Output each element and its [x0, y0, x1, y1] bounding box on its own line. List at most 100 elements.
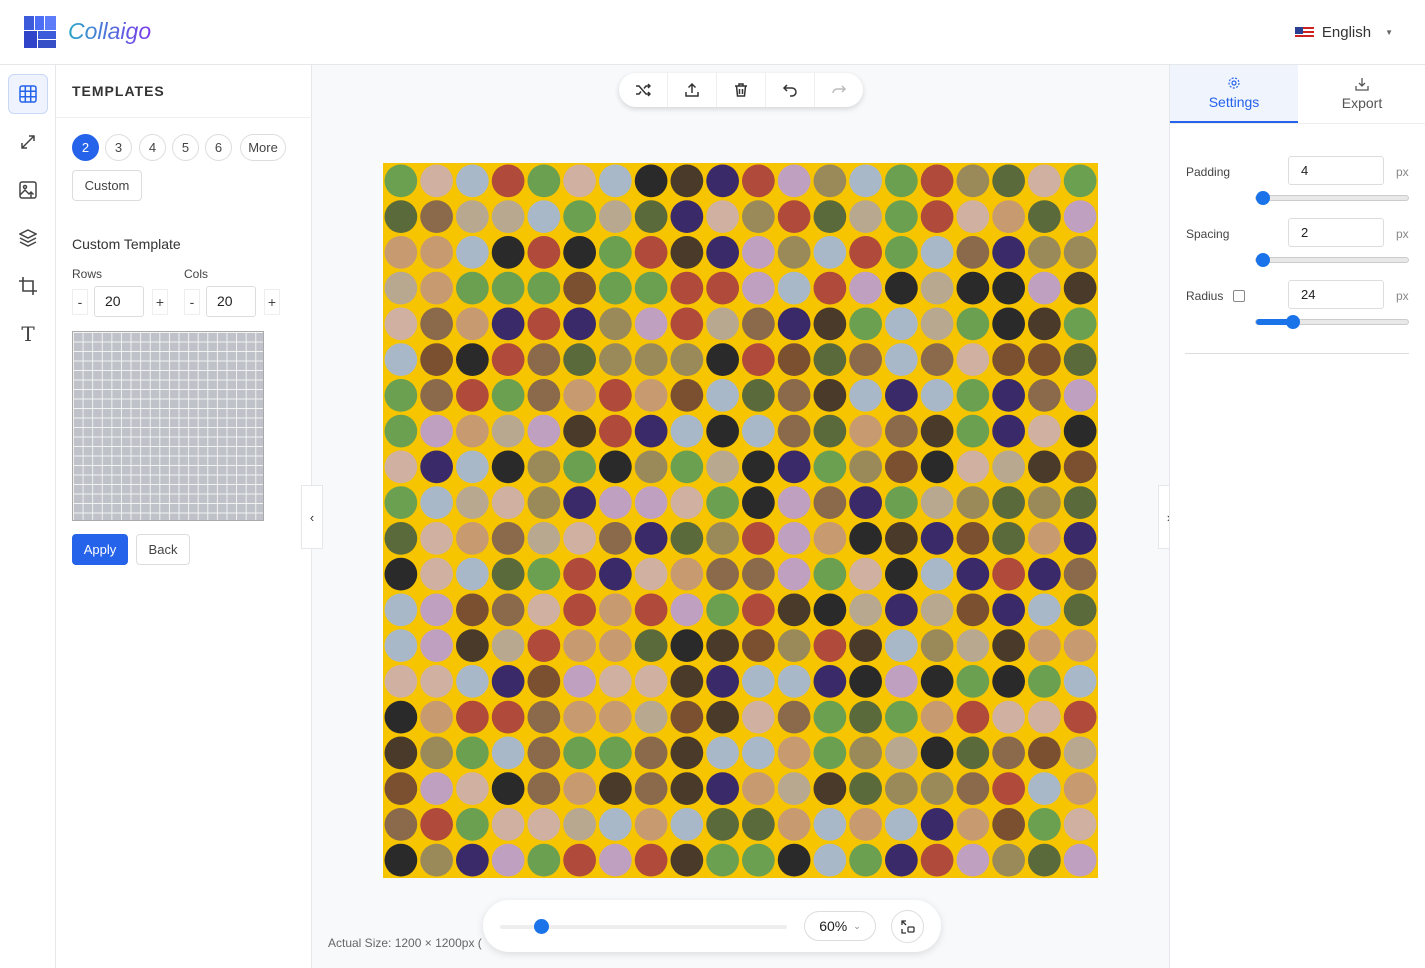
collage-photo-cell[interactable] [456, 772, 489, 805]
collage-photo-cell[interactable] [885, 200, 918, 233]
collage-photo-cell[interactable] [420, 557, 453, 591]
collage-photo-cell[interactable] [456, 486, 489, 519]
collage-photo-cell[interactable] [992, 414, 1025, 448]
collage-photo-cell[interactable] [420, 343, 453, 376]
collage-photo-cell[interactable] [527, 593, 561, 627]
collage-photo-cell[interactable] [706, 164, 739, 198]
collage-photo-cell[interactable] [563, 200, 596, 233]
collage-photo-cell[interactable] [920, 736, 954, 770]
collage-photo-cell[interactable] [777, 557, 811, 591]
collapse-left-panel-button[interactable]: ‹ [301, 485, 323, 549]
collage-photo-cell[interactable] [885, 236, 918, 269]
collage-photo-cell[interactable] [956, 808, 990, 841]
collage-photo-cell[interactable] [706, 665, 739, 698]
collage-photo-cell[interactable] [956, 772, 990, 805]
collage-photo-cell[interactable] [634, 700, 668, 734]
collage-photo-cell[interactable] [992, 450, 1025, 484]
collage-photo-cell[interactable] [1063, 414, 1097, 448]
collage-photo-cell[interactable] [849, 271, 882, 305]
collage-photo-cell[interactable] [813, 772, 847, 805]
collage-photo-cell[interactable] [670, 808, 704, 841]
collage-photo-cell[interactable] [527, 200, 561, 233]
collage-photo-cell[interactable] [456, 843, 489, 877]
collage-photo-cell[interactable] [670, 557, 704, 591]
collage-photo-cell[interactable] [634, 629, 668, 662]
undo-button[interactable] [766, 73, 815, 107]
slider-thumb[interactable] [1256, 191, 1270, 205]
collage-photo-cell[interactable] [384, 271, 418, 305]
collage-photo-cell[interactable] [777, 486, 811, 519]
collage-photo-cell[interactable] [1063, 379, 1097, 412]
collage-photo-cell[interactable] [527, 808, 561, 841]
custom-template-button[interactable]: Custom [72, 170, 142, 201]
collage-photo-cell[interactable] [420, 414, 453, 448]
collage-photo-cell[interactable] [885, 271, 918, 305]
collage-photo-cell[interactable] [742, 236, 775, 269]
collage-photo-cell[interactable] [813, 629, 847, 662]
collage-photo-cell[interactable] [384, 486, 418, 519]
collage-photo-cell[interactable] [849, 164, 882, 198]
collage-photo-cell[interactable] [1063, 557, 1097, 591]
collage-photo-cell[interactable] [992, 164, 1025, 198]
collage-photo-cell[interactable] [599, 236, 632, 269]
collage-photo-cell[interactable] [920, 200, 954, 233]
collage-photo-cell[interactable] [885, 379, 918, 412]
collage-photo-cell[interactable] [599, 343, 632, 376]
collage-photo-cell[interactable] [1063, 843, 1097, 877]
collage-photo-cell[interactable] [777, 164, 811, 198]
rows-input[interactable]: 20 [94, 286, 144, 317]
collage-photo-cell[interactable] [920, 236, 954, 269]
collage-photo-cell[interactable] [491, 843, 525, 877]
collage-photo-cell[interactable] [813, 593, 847, 627]
collage-photo-cell[interactable] [1063, 236, 1097, 269]
collage-photo-cell[interactable] [1063, 772, 1097, 805]
zoom-select[interactable]: 60% ⌄ [804, 911, 876, 941]
template-count-5[interactable]: 5 [172, 134, 199, 161]
collage-photo-cell[interactable] [1028, 343, 1061, 376]
collage-photo-cell[interactable] [634, 593, 668, 627]
collage-photo-cell[interactable] [813, 843, 847, 877]
collage-photo-cell[interactable] [670, 629, 704, 662]
collage-photo-cell[interactable] [670, 736, 704, 770]
collage-photo-cell[interactable] [1028, 736, 1061, 770]
collage-photo-cell[interactable] [599, 522, 632, 555]
collage-photo-cell[interactable] [992, 629, 1025, 662]
radius-slider[interactable] [1255, 315, 1409, 329]
collage-photo-cell[interactable] [384, 629, 418, 662]
collage-photo-cell[interactable] [527, 843, 561, 877]
collage-photo-cell[interactable] [956, 414, 990, 448]
collage-photo-cell[interactable] [706, 450, 739, 484]
collage-photo-cell[interactable] [384, 200, 418, 233]
collage-photo-cell[interactable] [456, 557, 489, 591]
collage-photo-cell[interactable] [813, 486, 847, 519]
collage-photo-cell[interactable] [777, 700, 811, 734]
collage-photo-cell[interactable] [1028, 271, 1061, 305]
collage-photo-cell[interactable] [384, 164, 418, 198]
collage-photo-cell[interactable] [634, 343, 668, 376]
collage-photo-cell[interactable] [813, 164, 847, 198]
collage-photo-cell[interactable] [742, 522, 775, 555]
collage-photo-cell[interactable] [563, 557, 596, 591]
collage-photo-cell[interactable] [420, 843, 453, 877]
collage-photo-cell[interactable] [527, 414, 561, 448]
tab-settings[interactable]: Settings [1170, 65, 1298, 123]
collage-photo-cell[interactable] [742, 200, 775, 233]
collage-photo-cell[interactable] [777, 808, 811, 841]
collage-photo-cell[interactable] [563, 414, 596, 448]
collage-photo-cell[interactable] [885, 736, 918, 770]
collage-photo-cell[interactable] [527, 629, 561, 662]
collage-photo-cell[interactable] [599, 593, 632, 627]
collage-photo-cell[interactable] [813, 236, 847, 269]
collage-photo-cell[interactable] [885, 629, 918, 662]
collage-photo-cell[interactable] [599, 450, 632, 484]
collage-photo-cell[interactable] [599, 307, 632, 341]
collage-photo-cell[interactable] [920, 629, 954, 662]
collage-photo-cell[interactable] [849, 486, 882, 519]
collage-photo-cell[interactable] [1028, 772, 1061, 805]
collage-photo-cell[interactable] [813, 200, 847, 233]
collage-photo-cell[interactable] [634, 808, 668, 841]
collage-photo-cell[interactable] [849, 522, 882, 555]
collage-photo-cell[interactable] [456, 593, 489, 627]
collage-photo-cell[interactable] [527, 343, 561, 376]
collage-photo-cell[interactable] [1028, 629, 1061, 662]
